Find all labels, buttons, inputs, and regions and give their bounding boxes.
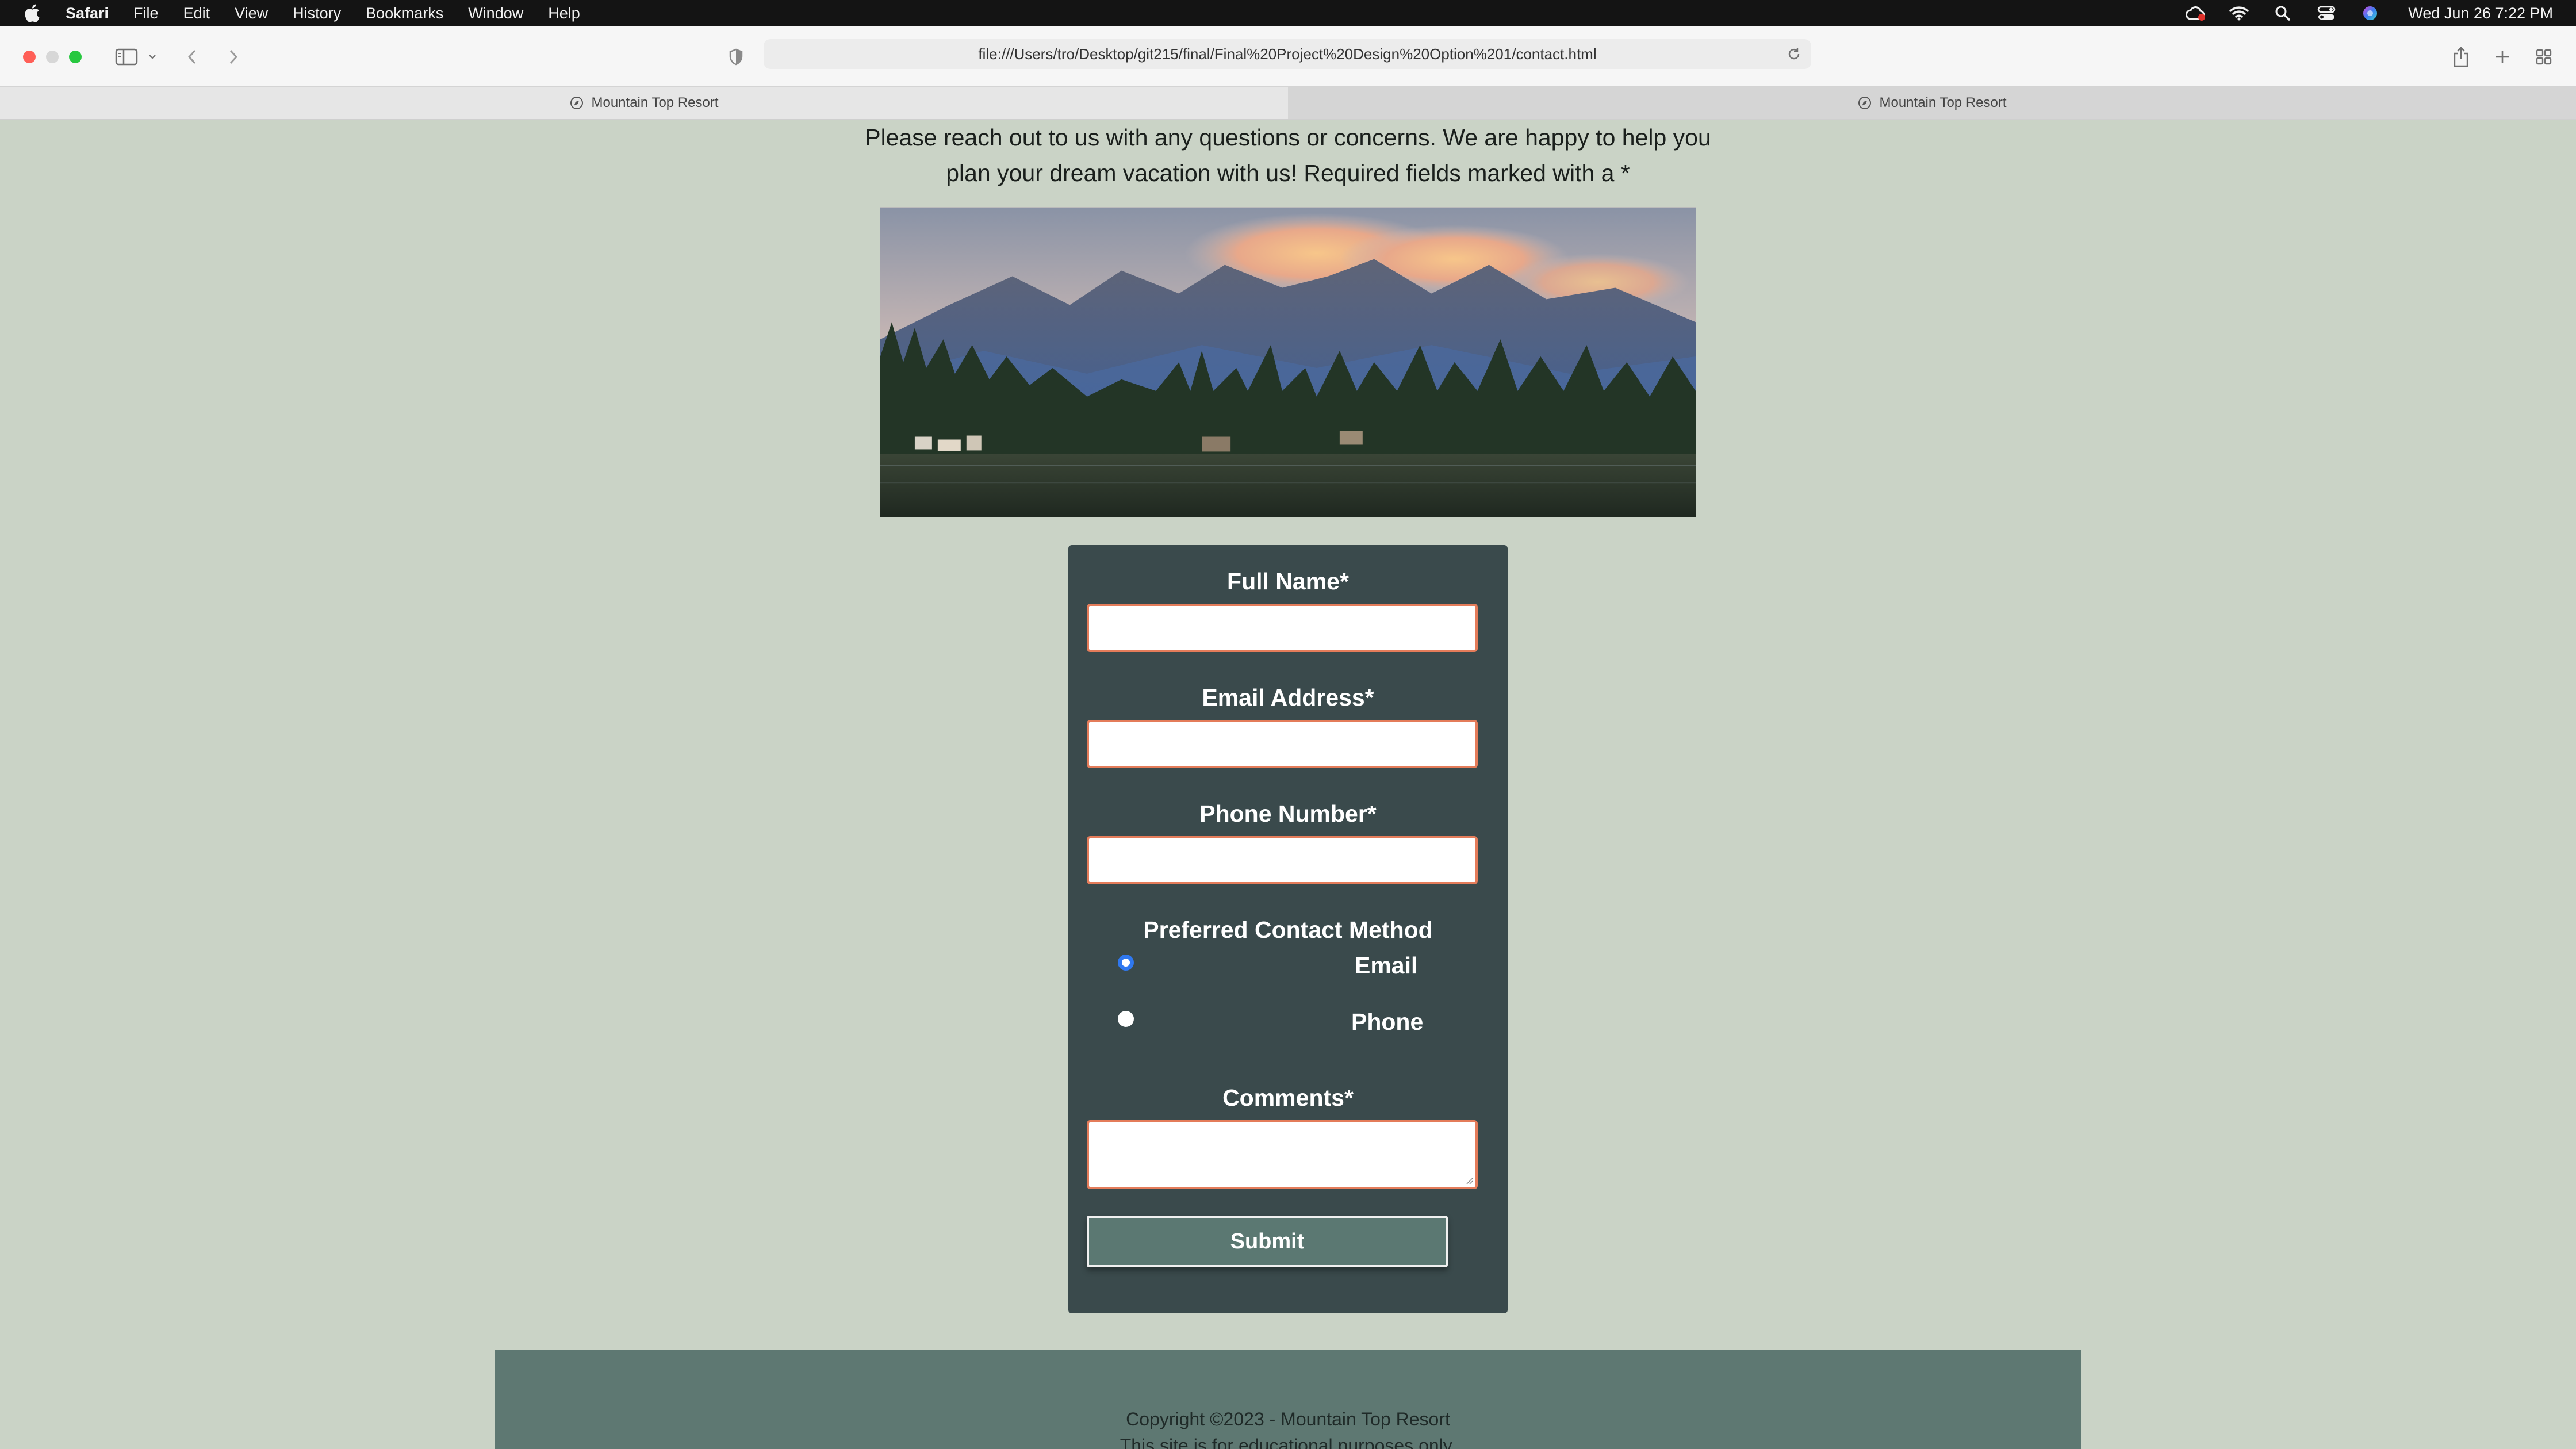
new-tab-plus-icon[interactable] [2491,44,2514,70]
comments-textarea[interactable] [1087,1120,1478,1189]
footer-disclaimer: This site is for educational purposes on… [1120,1435,1456,1449]
page-footer: Copyright ©2023 - Mountain Top Resort Th… [494,1350,2082,1449]
menu-file[interactable]: File [133,5,159,22]
menu-bar: Safari File Edit View History Bookmarks … [0,0,2576,26]
spotlight-search-icon[interactable] [2272,4,2293,22]
contact-page: Please reach out to us with any question… [0,120,2576,1449]
email-address-label: Email Address* [1202,684,1374,711]
tab-bar: Mountain Top Resort Mountain Top Resort [0,86,2576,120]
menu-clock[interactable]: Wed Jun 26 7:22 PM [2408,5,2553,22]
tab-overview-icon[interactable] [2532,44,2555,70]
phone-number-input[interactable] [1087,836,1478,884]
chevron-down-icon[interactable] [145,44,160,70]
creative-cloud-icon[interactable] [2185,4,2206,22]
siri-icon[interactable] [2360,4,2380,22]
share-icon[interactable] [2450,44,2472,70]
contact-method-label: Preferred Contact Method [1143,917,1433,943]
radio-email[interactable] [1118,954,1134,971]
phone-number-label: Phone Number* [1199,800,1377,827]
menu-help[interactable]: Help [548,5,580,22]
menu-history[interactable]: History [293,5,341,22]
privacy-shield-icon[interactable] [726,44,746,70]
mountain-lake-image [880,207,1696,518]
zoom-window-button[interactable] [69,51,82,63]
tab-title: Mountain Top Resort [1879,95,2007,110]
reload-icon[interactable] [1785,45,1803,63]
menu-view[interactable]: View [235,5,268,22]
menu-edit[interactable]: Edit [183,5,210,22]
address-bar-url: file:///Users/tro/Desktop/git215/final/F… [978,45,1597,63]
full-name-label: Full Name* [1227,568,1349,595]
compass-icon [569,95,584,110]
apple-menu-icon[interactable] [23,3,43,23]
menu-window[interactable]: Window [468,5,523,22]
intro-text: Please reach out to us with any question… [865,124,1711,186]
close-window-button[interactable] [23,51,36,63]
tab-mountain-top-resort-2[interactable]: Mountain Top Resort [1288,87,2576,119]
forward-arrow-icon[interactable] [223,44,244,70]
tab-title: Mountain Top Resort [591,95,719,110]
sidebar-toggle-icon[interactable] [109,44,144,70]
back-arrow-icon[interactable] [182,44,202,70]
contact-form: Full Name* Email Address* Phone Number* … [1068,545,1508,1313]
radio-phone[interactable] [1118,1011,1134,1027]
menu-app-name[interactable]: Safari [66,5,109,22]
email-address-input[interactable] [1087,720,1478,768]
submit-button[interactable]: Submit [1087,1216,1448,1267]
address-bar[interactable]: file:///Users/tro/Desktop/git215/final/F… [764,39,1811,69]
footer-copyright: Copyright ©2023 - Mountain Top Resort [1126,1409,1450,1429]
resize-grip-icon[interactable] [1464,1175,1473,1184]
compass-icon [1857,95,1872,110]
menu-bookmarks[interactable]: Bookmarks [366,5,443,22]
radio-phone-label: Phone [1351,1009,1424,1035]
browser-toolbar: file:///Users/tro/Desktop/git215/final/F… [0,26,2576,86]
wifi-icon[interactable] [2229,4,2249,22]
radio-email-label: Email [1355,952,1418,979]
control-center-icon[interactable] [2316,4,2337,22]
comments-label: Comments* [1222,1084,1354,1111]
tab-mountain-top-resort-1[interactable]: Mountain Top Resort [0,87,1288,119]
full-name-input[interactable] [1087,604,1478,652]
minimize-window-button[interactable] [46,51,59,63]
